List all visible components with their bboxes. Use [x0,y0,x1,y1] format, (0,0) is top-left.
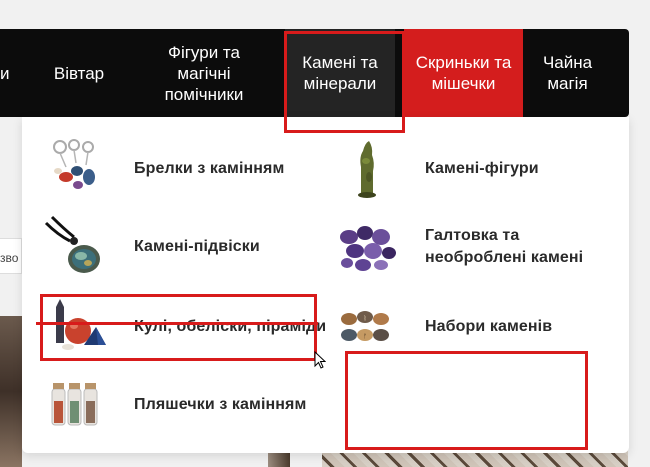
menu-item-pendants[interactable]: Камені-підвіски [44,215,260,279]
stone-set-icon: ᚱ ᚠ [335,295,399,359]
keychain-stones-icon [44,137,108,201]
nav-item-label: Фігури та магічні помічники [164,42,244,104]
nav-item-label: Скриньки та мішечки [415,53,512,93]
svg-text:ᚱ: ᚱ [363,315,367,322]
menu-item-sets[interactable]: ᚱ ᚠ Набори каменів [335,295,552,359]
nav-item-altar[interactable]: Вівтар [38,29,120,117]
nav-item-label: Камені та мінерали [302,53,378,93]
stone-pendant-icon [44,215,108,279]
nav-item-cut-off[interactable]: и [0,29,14,117]
menu-item-label: Брелки з камінням [134,160,285,177]
nav-item-tea[interactable]: Чайна магія [530,29,605,117]
menu-item-tumbled[interactable]: Галтовка та необроблені камені [335,215,605,279]
menu-item-label: Камені-фігури [425,160,539,177]
annotation-strike-line [36,322,318,325]
main-navigation: и Вівтар Фігури та магічні помічники Кам… [0,29,629,117]
menu-item-label: Набори каменів [425,318,553,335]
menu-item-keychains[interactable]: Брелки з камінням [44,137,284,201]
nav-item-label: Чайна магія [542,53,593,93]
menu-item-label: Галтовка та необроблені камені [425,227,584,266]
svg-text:ᚠ: ᚠ [363,333,367,340]
tumbled-stones-icon [335,215,399,279]
background-product-image [0,316,22,467]
nav-item-stones[interactable]: Камені та мінерали [285,29,395,117]
menu-item-label: Кулі, обеліски, піраміди [134,318,327,335]
nav-item-boxes[interactable]: Скриньки та мішечки [404,29,523,117]
nav-item-label: Вівтар [53,63,105,83]
menu-item-label: Пляшечки з камінням [134,396,307,413]
stone-bottles-icon [44,373,108,437]
mouse-cursor-icon [314,351,326,369]
sphere-obelisk-pyramid-icon [44,295,108,359]
stone-figurine-icon [335,137,399,201]
nav-item-figures[interactable]: Фігури та магічні помічники [140,29,268,117]
stones-dropdown-menu: Брелки з камінням Камені-фігури Камені-п… [22,117,629,453]
background-chip-text: зво [0,251,19,265]
nav-item-label: и [0,63,10,83]
background-filter-chip: зво [0,238,22,274]
menu-item-bottles[interactable]: Пляшечки з камінням [44,373,306,437]
menu-item-figurines[interactable]: Камені-фігури [335,137,539,201]
menu-item-label: Камені-підвіски [134,238,260,255]
menu-item-spheres[interactable]: Кулі, обеліски, піраміди [44,295,326,359]
